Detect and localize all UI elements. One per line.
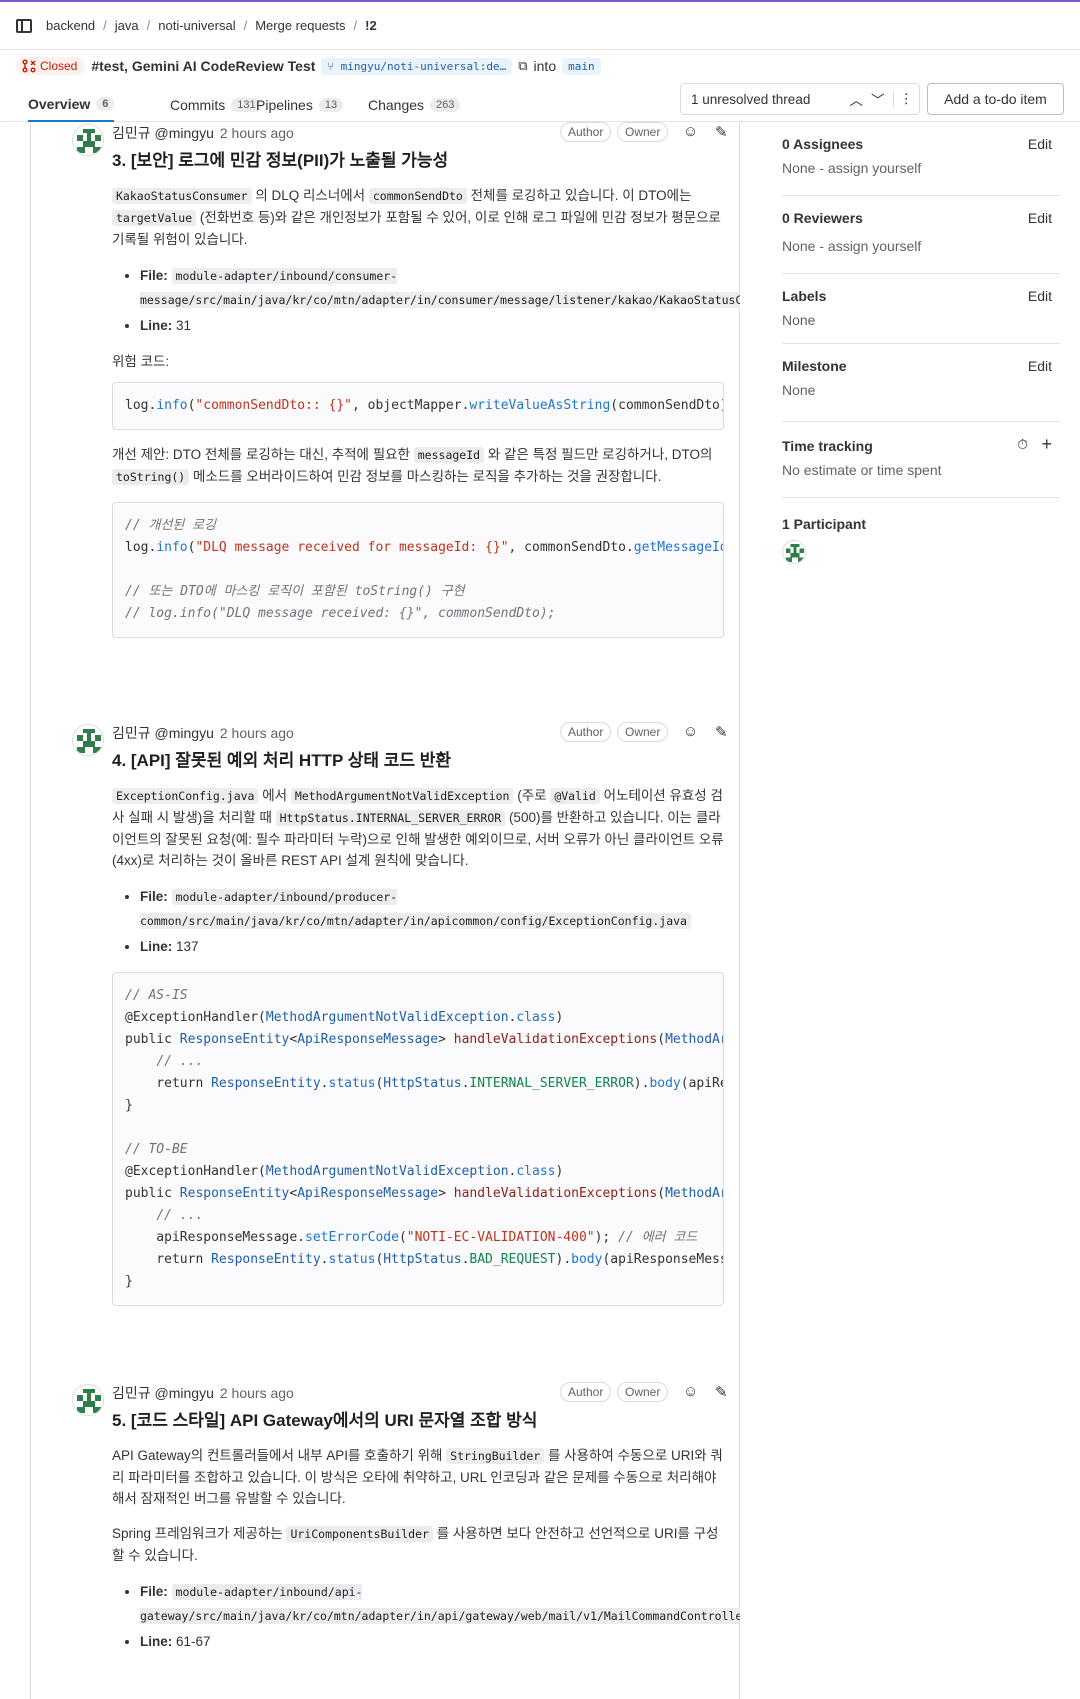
milestone-title: Milestone xyxy=(782,358,847,374)
target-branch[interactable]: main xyxy=(562,57,601,75)
time-tracking-section: Time tracking No estimate or time spent … xyxy=(782,422,1060,498)
note-paragraph: 위험 코드: xyxy=(112,354,170,369)
note-list: File: module-adapter/inbound/api-gateway… xyxy=(140,1580,740,1653)
labels-section: Labels None Edit xyxy=(782,274,1060,344)
milestone-value: None xyxy=(782,382,816,398)
note-author[interactable]: 김민규 @mingyu xyxy=(112,1383,214,1403)
add-time-icon[interactable]: + xyxy=(1041,434,1052,455)
note-paragraph: API Gateway의 컨트롤러들에서 내부 API를 호출하기 위해 Str… xyxy=(112,1448,723,1506)
note-paragraph: KakaoStatusConsumer 의 DLQ 리스너에서 commonSe… xyxy=(112,188,721,247)
note-paragraph: 개선 제안: DTO 전체를 로깅하는 대신, 추적에 필요한 messageI… xyxy=(112,447,713,485)
milestone-section: Milestone None Edit xyxy=(782,344,1060,422)
milestone-edit-button[interactable]: Edit xyxy=(1028,358,1052,374)
tab-changes[interactable]: Changes 263 xyxy=(368,88,461,122)
into-label: into xyxy=(533,58,557,74)
note-title: 5. [코드 스타일] API Gateway에서의 URI 문자열 조합 방식 xyxy=(112,1411,538,1430)
chevron-down-icon[interactable]: ﹀ xyxy=(871,89,885,109)
breadcrumb-item[interactable]: backend xyxy=(46,18,95,33)
avatar[interactable] xyxy=(72,1384,104,1416)
more-icon[interactable]: ⋮ xyxy=(892,91,920,107)
author-badge: Author xyxy=(560,1382,612,1402)
page-title: #test, Gemini AI CodeReview Test xyxy=(91,58,316,74)
note-body: 5. [코드 스타일] API Gateway에서의 URI 문자열 조합 방식… xyxy=(112,1406,740,1667)
breadcrumb-item[interactable]: noti-universal xyxy=(158,18,235,33)
tab-overview[interactable]: Overview 6 xyxy=(28,88,115,122)
note-body: 3. [보안] 로그에 민감 정보(PII)가 노출될 가능성 KakaoSta… xyxy=(112,146,740,652)
labels-value: None xyxy=(782,312,816,328)
reviewers-value[interactable]: None - assign yourself xyxy=(782,238,1060,254)
emoji-icon[interactable]: ☺ xyxy=(683,123,698,140)
discussion-area: 김민규 @mingyu 2 hours ago Author Owner ☺ ✎… xyxy=(0,122,740,1699)
breadcrumb-item[interactable]: !2 xyxy=(365,18,377,33)
source-branch[interactable]: ⑂ mingyu/noti-universal:de… xyxy=(321,57,513,75)
code-block: // 개선된 로깅 log.info("DLQ message received… xyxy=(112,502,724,638)
sidebar-toggle-icon[interactable] xyxy=(16,18,32,33)
add-todo-button[interactable]: Add a to-do item xyxy=(927,83,1064,115)
assignees-title: 0 Assignees xyxy=(782,136,864,152)
assignees-section: 0 Assignees None - assign yourself Edit xyxy=(782,122,1060,196)
unresolved-thread-label[interactable]: 1 unresolved thread xyxy=(691,92,842,107)
participants-section: 1 Participant xyxy=(782,498,1060,564)
author-badge: Author xyxy=(560,722,612,742)
status-badge: Closed xyxy=(16,57,86,75)
note-list: File: module-adapter/inbound/producer-co… xyxy=(140,885,724,958)
avatar[interactable] xyxy=(72,724,104,756)
emoji-icon[interactable]: ☺ xyxy=(683,1383,698,1400)
timeline-line xyxy=(30,122,31,1699)
owner-badge: Owner xyxy=(617,1382,669,1402)
reviewers-title: 0 Reviewers xyxy=(782,210,863,226)
breadcrumb-item[interactable]: java xyxy=(115,18,139,33)
reviewers-edit-button[interactable]: Edit xyxy=(1028,210,1052,226)
participant-avatar[interactable] xyxy=(782,540,806,564)
note-time[interactable]: 2 hours ago xyxy=(220,725,294,741)
unresolved-threads-control: 1 unresolved thread ︿ ﹀ ⋮ xyxy=(680,83,920,115)
labels-title: Labels xyxy=(782,288,827,304)
code-block: // AS-IS @ExceptionHandler(MethodArgumen… xyxy=(112,972,724,1306)
note-header: 김민규 @mingyu 2 hours ago Author Owner ☺ ✎… xyxy=(112,1382,732,1404)
emoji-icon[interactable]: ☺ xyxy=(683,723,698,740)
note-header: 김민규 @mingyu 2 hours ago Author Owner ☺ ✎… xyxy=(112,122,732,144)
author-badge: Author xyxy=(560,122,612,142)
edit-icon[interactable]: ✎ xyxy=(715,123,728,141)
edit-icon[interactable]: ✎ xyxy=(715,723,728,741)
note-header: 김민규 @mingyu 2 hours ago Author Owner ☺ ✎… xyxy=(112,722,732,744)
breadcrumb: backend / java / noti-universal / Merge req… xyxy=(0,2,1080,50)
note-time[interactable]: 2 hours ago xyxy=(220,1385,294,1401)
avatar[interactable] xyxy=(72,124,104,156)
note-author[interactable]: 김민규 @mingyu xyxy=(112,723,214,743)
participants-title: 1 Participant xyxy=(782,516,867,532)
note-paragraph: ExceptionConfig.java 에서 MethodArgumentNo… xyxy=(112,788,724,868)
owner-badge: Owner xyxy=(617,722,669,742)
note-body: 4. [API] 잘못된 예외 처리 HTTP 상태 코드 반환 Excepti… xyxy=(112,746,724,1320)
note-list: File: module-adapter/inbound/consumer-me… xyxy=(140,264,740,337)
time-tracking-value: No estimate or time spent xyxy=(782,462,942,478)
note-title: 3. [보안] 로그에 민감 정보(PII)가 노출될 가능성 xyxy=(112,151,449,170)
stopwatch-icon[interactable]: ⏱ xyxy=(1017,436,1028,453)
tab-pipelines[interactable]: Pipelines 13 xyxy=(256,88,344,122)
labels-edit-button[interactable]: Edit xyxy=(1028,288,1052,304)
chevron-up-icon[interactable]: ︿ xyxy=(850,89,864,109)
note-paragraph: Spring 프레임워크가 제공하는 UriComponentsBuilder … xyxy=(112,1526,719,1563)
assignees-value[interactable]: None - assign yourself xyxy=(782,160,1060,176)
mr-title-bar: Closed #test, Gemini AI CodeReview Test … xyxy=(0,50,1080,82)
tab-commits[interactable]: Commits 131 xyxy=(170,88,262,122)
main-divider xyxy=(739,122,740,1699)
reviewers-section: 0 Reviewers None - assign yourself Edit xyxy=(782,196,1060,274)
edit-icon[interactable]: ✎ xyxy=(715,1383,728,1401)
note-title: 4. [API] 잘못된 예외 처리 HTTP 상태 코드 반환 xyxy=(112,751,452,770)
note-author[interactable]: 김민규 @mingyu xyxy=(112,123,214,143)
owner-badge: Owner xyxy=(617,122,669,142)
copy-icon[interactable]: ⧉ xyxy=(518,58,527,74)
code-block: log.info("commonSendDto:: {}", objectMap… xyxy=(112,382,724,430)
assignees-edit-button[interactable]: Edit xyxy=(1028,136,1052,152)
breadcrumb-item[interactable]: Merge requests xyxy=(255,18,345,33)
note-time[interactable]: 2 hours ago xyxy=(220,125,294,141)
right-sidebar: 0 Assignees None - assign yourself Edit … xyxy=(782,122,1060,564)
merge-request-closed-icon xyxy=(22,59,36,73)
